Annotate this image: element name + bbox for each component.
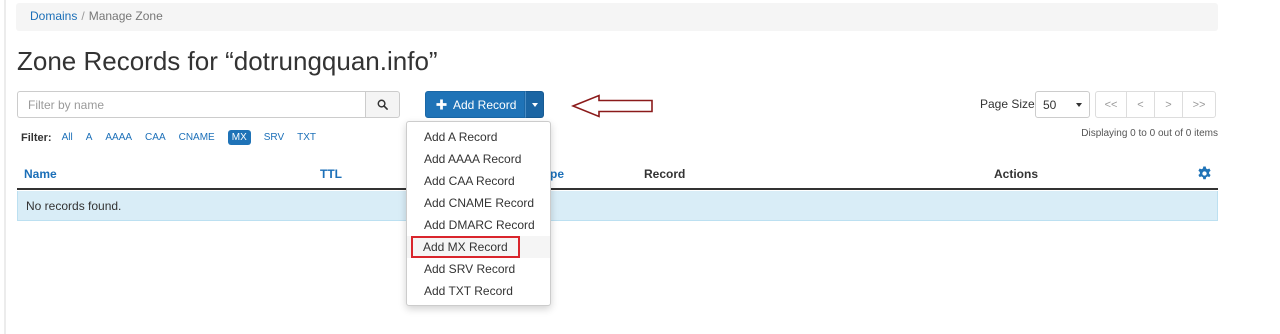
- pager-prev-button[interactable]: <: [1126, 91, 1155, 118]
- column-header-ttl[interactable]: TTL: [320, 167, 342, 181]
- filter-caa[interactable]: CAA: [145, 132, 166, 143]
- menu-item-add-srv-record[interactable]: Add SRV Record: [407, 258, 550, 280]
- caret-down-icon: [531, 102, 538, 107]
- empty-table-row: No records found.: [17, 191, 1218, 221]
- breadcrumb-separator: /: [81, 9, 85, 23]
- column-header-name[interactable]: Name: [24, 167, 57, 181]
- menu-item-add-cname-record[interactable]: Add CNAME Record: [407, 192, 550, 214]
- pager-next-button[interactable]: >: [1154, 91, 1183, 118]
- filter-a[interactable]: A: [86, 132, 93, 143]
- filter-aaaa[interactable]: AAAA: [105, 132, 132, 143]
- add-record-group: Add Record: [425, 91, 545, 118]
- filter-all[interactable]: All: [62, 132, 73, 143]
- menu-item-add-aaaa-record[interactable]: Add AAAA Record: [407, 148, 550, 170]
- pager-first-button[interactable]: <<: [1095, 91, 1127, 118]
- menu-item-add-mx-record-label: Add MX Record: [411, 236, 520, 258]
- filter-bar: Filter: All A AAAA CAA CNAME MX SRV TXT: [21, 130, 329, 145]
- filter-mx[interactable]: MX: [227, 130, 251, 145]
- add-record-button[interactable]: Add Record: [425, 91, 526, 118]
- menu-item-add-caa-record[interactable]: Add CAA Record: [407, 170, 550, 192]
- menu-item-add-dmarc-record[interactable]: Add DMARC Record: [407, 214, 550, 236]
- arrow-left-annotation: [571, 94, 653, 118]
- filter-cname[interactable]: CNAME: [179, 132, 215, 143]
- search-icon: [377, 99, 388, 110]
- menu-item-add-txt-record[interactable]: Add TXT Record: [407, 280, 550, 302]
- breadcrumb-domains-link[interactable]: Domains: [30, 9, 77, 23]
- menu-item-add-mx-record[interactable]: Add MX Record: [407, 236, 550, 258]
- left-border: [4, 0, 6, 334]
- add-record-dropdown-menu: Add A Record Add AAAA Record Add CAA Rec…: [406, 121, 551, 306]
- breadcrumb-current: Manage Zone: [88, 9, 163, 23]
- column-header-type[interactable]: pe: [550, 167, 564, 181]
- page-size-select[interactable]: 50: [1035, 91, 1090, 118]
- filter-srv[interactable]: SRV: [264, 132, 284, 143]
- page-size-value: 50: [1043, 97, 1057, 112]
- page-title: Zone Records for “dotrungquan.info”: [17, 46, 438, 76]
- add-record-label: Add Record: [453, 97, 517, 112]
- chevron-down-icon: [1076, 102, 1082, 107]
- search-button[interactable]: [365, 91, 400, 118]
- pager-last-button[interactable]: >>: [1182, 91, 1216, 118]
- gear-icon[interactable]: [1197, 166, 1212, 181]
- page-size-label: Page Size: [980, 97, 1035, 111]
- displaying-count: Displaying 0 to 0 out of 0 items: [1081, 128, 1218, 139]
- table-header: Name TTL pe Record Actions: [17, 160, 1218, 190]
- add-record-dropdown-toggle[interactable]: [525, 91, 545, 118]
- search-group: [17, 91, 400, 118]
- search-input[interactable]: [17, 91, 365, 118]
- breadcrumb: Domains / Manage Zone: [16, 3, 1218, 31]
- plus-icon: [436, 99, 447, 110]
- filter-txt[interactable]: TXT: [297, 132, 316, 143]
- filter-label: Filter:: [21, 131, 52, 144]
- column-header-actions: Actions: [994, 167, 1039, 181]
- menu-item-add-a-record[interactable]: Add A Record: [407, 126, 550, 148]
- pager: << < > >>: [1095, 91, 1216, 118]
- column-header-record: Record: [644, 167, 686, 181]
